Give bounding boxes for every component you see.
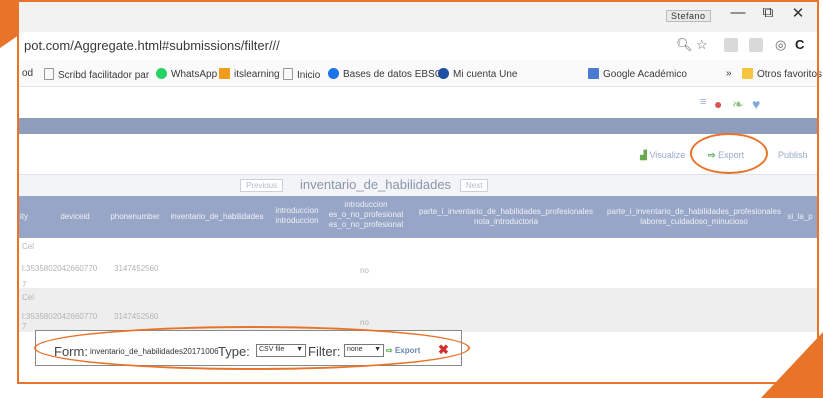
orange-frame bbox=[17, 0, 819, 384]
